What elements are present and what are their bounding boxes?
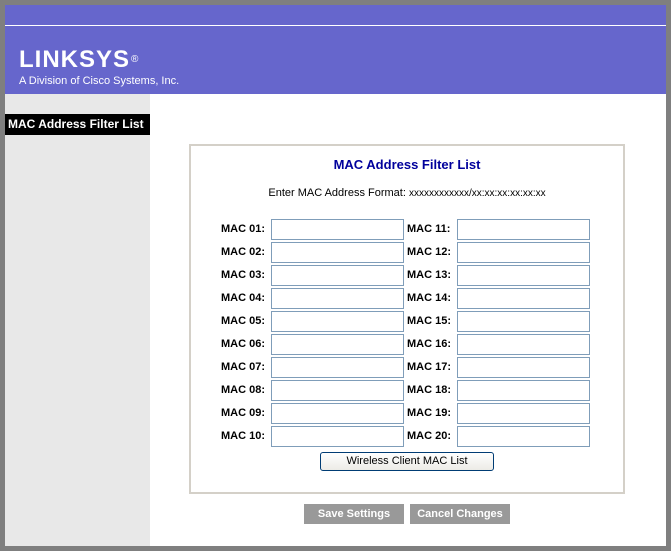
mac-address-input[interactable]: [271, 357, 404, 378]
left-sidebar: MAC Address Filter List: [5, 94, 150, 546]
window-frame: LINKSYS® A Division of Cisco Systems, In…: [0, 0, 671, 551]
logo-text: LINKSYS: [19, 46, 131, 73]
mac-label: MAC 07:: [221, 361, 266, 373]
mac-label: MAC 06:: [221, 338, 266, 350]
mac-address-input[interactable]: [271, 265, 404, 286]
mac-label: MAC 17:: [407, 361, 452, 373]
mac-label: MAC 09:: [221, 407, 266, 419]
logo-tagline: A Division of Cisco Systems, Inc.: [19, 75, 180, 87]
header-divider: [5, 25, 666, 26]
registered-mark: ®: [131, 54, 140, 65]
mac-address-input[interactable]: [457, 357, 590, 378]
save-settings-button[interactable]: Save Settings: [304, 504, 404, 524]
mac-label: MAC 15:: [407, 315, 452, 327]
mac-label: MAC 01:: [221, 223, 266, 235]
format-label: Enter MAC Address Format:: [268, 187, 409, 199]
cancel-changes-button[interactable]: Cancel Changes: [410, 504, 510, 524]
linksys-logo: LINKSYS®: [19, 48, 139, 72]
mac-address-input[interactable]: [457, 288, 590, 309]
mac-label: MAC 12:: [407, 246, 452, 258]
mac-label: MAC 19:: [407, 407, 452, 419]
mac-address-input[interactable]: [457, 265, 590, 286]
mac-address-input[interactable]: [271, 426, 404, 447]
format-value: xxxxxxxxxxxx/xx:xx:xx:xx:xx:xx: [408, 188, 546, 199]
mac-address-input[interactable]: [457, 242, 590, 263]
mac-label: MAC 11:: [407, 223, 451, 235]
sidebar-title: MAC Address Filter List: [5, 114, 150, 135]
mac-address-input[interactable]: [271, 242, 404, 263]
mac-address-input[interactable]: [457, 380, 590, 401]
mac-address-input[interactable]: [271, 288, 404, 309]
mac-address-input[interactable]: [457, 334, 590, 355]
mac-label: MAC 18:: [407, 384, 452, 396]
mac-address-input[interactable]: [457, 311, 590, 332]
mac-label: MAC 05:: [221, 315, 266, 327]
panel-title: MAC Address Filter List: [333, 157, 481, 172]
wireless-client-mac-list-button[interactable]: Wireless Client MAC List: [320, 452, 494, 471]
mac-label: MAC 16:: [407, 338, 452, 350]
mac-label: MAC 03:: [221, 269, 266, 281]
mac-label: MAC 04:: [221, 292, 266, 304]
mac-address-input[interactable]: [271, 380, 404, 401]
mac-address-input[interactable]: [271, 219, 404, 240]
mac-address-input[interactable]: [457, 426, 590, 447]
mac-label: MAC 13:: [407, 269, 452, 281]
header-banner: LINKSYS® A Division of Cisco Systems, In…: [5, 5, 666, 94]
mac-address-input[interactable]: [457, 219, 590, 240]
mac-label: MAC 10:: [221, 430, 266, 442]
mac-filter-panel: MAC Address Filter List Enter MAC Addres…: [189, 144, 625, 494]
mac-address-input[interactable]: [271, 311, 404, 332]
mac-label: MAC 14:: [407, 292, 452, 304]
mac-label: MAC 20:: [407, 430, 452, 442]
mac-address-input[interactable]: [457, 403, 590, 424]
mac-address-input[interactable]: [271, 403, 404, 424]
format-hint: Enter MAC Address Format: xxxxxxxxxxxx/x…: [191, 187, 623, 200]
mac-label: MAC 02:: [221, 246, 266, 258]
mac-address-input[interactable]: [271, 334, 404, 355]
mac-label: MAC 08:: [221, 384, 266, 396]
